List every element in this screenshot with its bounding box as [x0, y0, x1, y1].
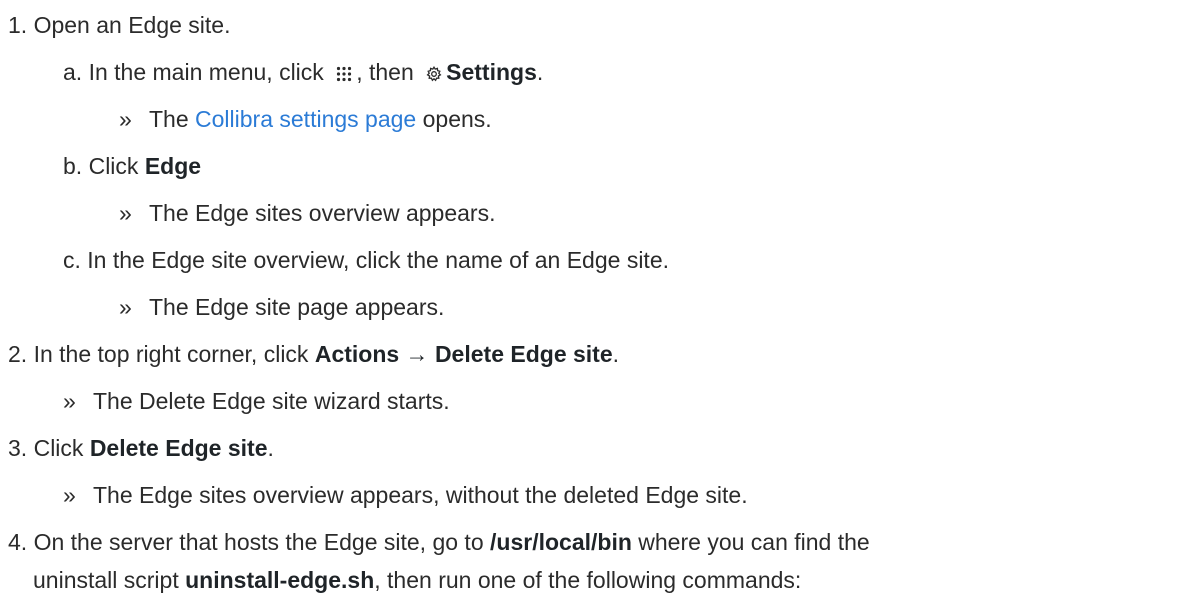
gear-icon: [426, 66, 442, 82]
result-bullet: »: [119, 106, 132, 132]
substep-text: In the Edge site overview, click the nam…: [87, 247, 669, 273]
instruction-document: 1. Open an Edge site. a. In the main men…: [0, 0, 1204, 607]
substep-a: a. In the main menu, click , then Settin…: [63, 58, 543, 86]
edge-label: Edge: [144, 153, 202, 179]
step-text-after: , then run one of the following commands…: [374, 567, 802, 593]
step-text-after: .: [267, 435, 274, 461]
substep-text-after: .: [536, 59, 544, 85]
substep-letter: a.: [63, 59, 83, 85]
delete-edge-site-label: Delete Edge site: [89, 435, 268, 461]
step-text-before: uninstall script: [33, 567, 179, 593]
result-bullet: »: [63, 482, 76, 508]
substep-text-mid: , then: [356, 59, 414, 85]
step-number: 1.: [8, 12, 28, 38]
substep-c-result: » The Edge site page appears.: [119, 293, 444, 321]
step-3-result: » The Edge sites overview appears, withou…: [63, 481, 748, 509]
substep-a-result: » The Collibra settings page opens.: [119, 105, 492, 133]
substep-text-before: In the main menu, click: [88, 59, 324, 85]
result-bullet: »: [119, 294, 132, 320]
step-number: 2.: [8, 341, 28, 367]
step-text-before: On the server that hosts the Edge site, …: [33, 529, 484, 555]
result-bullet: »: [63, 388, 76, 414]
result-text-before: The: [149, 106, 189, 132]
step-text-after: .: [612, 341, 620, 367]
actions-delete-label: Actions → Delete Edge site: [314, 341, 613, 367]
substep-text-before: Click: [88, 153, 139, 179]
substep-c: c. In the Edge site overview, click the …: [63, 246, 669, 274]
step-number: 4.: [8, 529, 28, 555]
settings-label: Settings: [446, 59, 537, 85]
step-1: 1. Open an Edge site.: [8, 11, 231, 39]
step-2: 2. In the top right corner, click Action…: [8, 340, 619, 368]
step-number: 3.: [8, 435, 28, 461]
step-2-result: » The Delete Edge site wizard starts.: [63, 387, 450, 415]
collibra-settings-link[interactable]: Collibra settings page: [195, 106, 416, 132]
apps-grid-icon: [336, 66, 352, 82]
substep-letter: c.: [63, 247, 81, 273]
step-text-after: where you can find the: [638, 529, 870, 555]
step-4-line-1: 4. On the server that hosts the Edge sit…: [8, 528, 870, 556]
result-text: The Edge site page appears.: [149, 294, 445, 320]
step-text: Open an Edge site.: [33, 12, 231, 38]
result-text-after: opens.: [422, 106, 492, 132]
substep-b: b. Click Edge: [63, 152, 201, 180]
substep-b-result: » The Edge sites overview appears.: [119, 199, 495, 227]
result-text: The Delete Edge site wizard starts.: [93, 388, 450, 414]
result-bullet: »: [119, 200, 132, 226]
uninstall-script-label: uninstall-edge.sh: [185, 567, 375, 593]
substep-letter: b.: [63, 153, 83, 179]
bin-path-label: /usr/local/bin: [490, 529, 632, 555]
step-3: 3. Click Delete Edge site.: [8, 434, 274, 462]
step-text-before: In the top right corner, click: [33, 341, 309, 367]
result-text: The Edge sites overview appears, without…: [93, 482, 748, 508]
step-text-before: Click: [33, 435, 84, 461]
step-4-line-2: uninstall script uninstall-edge.sh, then…: [33, 566, 801, 594]
result-text: The Edge sites overview appears.: [149, 200, 496, 226]
